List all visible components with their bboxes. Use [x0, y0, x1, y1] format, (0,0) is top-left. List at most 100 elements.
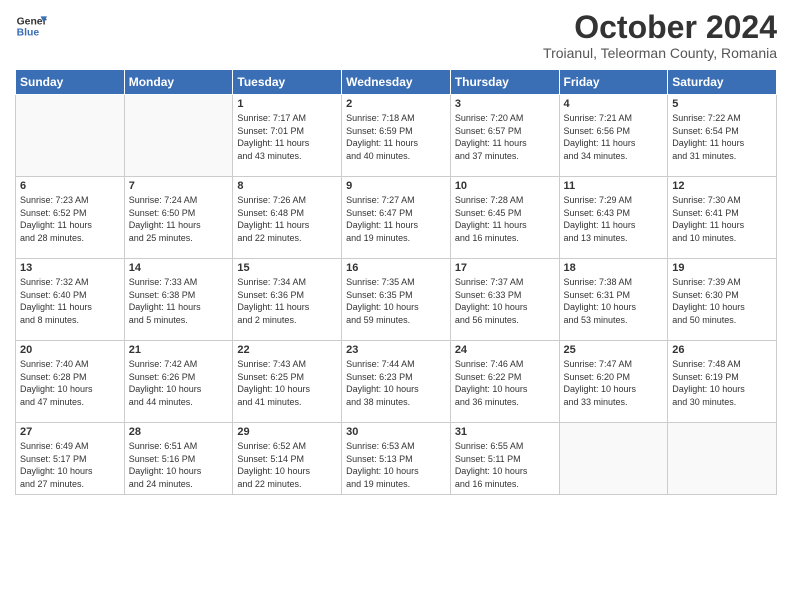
month-title: October 2024: [543, 10, 777, 45]
calendar-cell: 13 Sunrise: 7:32 AM Sunset: 6:40 PM Dayli…: [16, 259, 125, 341]
day-info: Sunrise: 6:55 AM Sunset: 5:11 PM Dayligh…: [455, 440, 555, 490]
calendar-cell: 23 Sunrise: 7:44 AM Sunset: 6:23 PM Dayli…: [342, 341, 451, 423]
calendar-table: SundayMondayTuesdayWednesdayThursdayFrid…: [15, 69, 777, 495]
calendar-cell: [668, 423, 777, 495]
calendar-cell: 17 Sunrise: 7:37 AM Sunset: 6:33 PM Dayli…: [450, 259, 559, 341]
day-info: Sunrise: 7:17 AM Sunset: 7:01 PM Dayligh…: [237, 112, 337, 162]
day-info: Sunrise: 7:48 AM Sunset: 6:19 PM Dayligh…: [672, 358, 772, 408]
weekday-header-sunday: Sunday: [16, 70, 125, 95]
calendar-cell: 8 Sunrise: 7:26 AM Sunset: 6:48 PM Daylig…: [233, 177, 342, 259]
day-info: Sunrise: 7:26 AM Sunset: 6:48 PM Dayligh…: [237, 194, 337, 244]
day-info: Sunrise: 7:29 AM Sunset: 6:43 PM Dayligh…: [564, 194, 664, 244]
day-info: Sunrise: 7:46 AM Sunset: 6:22 PM Dayligh…: [455, 358, 555, 408]
day-number: 4: [564, 98, 664, 110]
calendar-cell: 7Sunrise: 7:24 AM Sunset: 6:50 PM Daylig…: [124, 177, 233, 259]
location-subtitle: Troianul, Teleorman County, Romania: [543, 45, 777, 61]
day-number: 31: [455, 426, 555, 438]
day-info: Sunrise: 7:47 AM Sunset: 6:20 PM Dayligh…: [564, 358, 664, 408]
calendar-cell: 12 Sunrise: 7:30 AM Sunset: 6:41 PM Dayli…: [668, 177, 777, 259]
calendar-cell: 20 Sunrise: 7:40 AM Sunset: 6:28 PM Dayli…: [16, 341, 125, 423]
day-info: Sunrise: 7:28 AM Sunset: 6:45 PM Dayligh…: [455, 194, 555, 244]
day-number: 9: [346, 180, 446, 192]
day-number: 5: [672, 98, 772, 110]
calendar-cell: 16 Sunrise: 7:35 AM Sunset: 6:35 PM Dayli…: [342, 259, 451, 341]
calendar-cell: 19Sunrise: 7:39 AM Sunset: 6:30 PM Dayli…: [668, 259, 777, 341]
svg-text:Blue: Blue: [17, 28, 40, 39]
calendar-cell: 15Sunrise: 7:34 AM Sunset: 6:36 PM Dayli…: [233, 259, 342, 341]
day-number: 15: [237, 262, 337, 274]
weekday-header-thursday: Thursday: [450, 70, 559, 95]
weekday-header-friday: Friday: [559, 70, 668, 95]
calendar-cell: 4 Sunrise: 7:21 AM Sunset: 6:56 PM Daylig…: [559, 95, 668, 177]
day-number: 23: [346, 344, 446, 356]
day-info: Sunrise: 7:44 AM Sunset: 6:23 PM Dayligh…: [346, 358, 446, 408]
day-number: 24: [455, 344, 555, 356]
week-row-1: 1 Sunrise: 7:17 AM Sunset: 7:01 PM Daylig…: [16, 95, 777, 177]
calendar-cell: 2 Sunrise: 7:18 AM Sunset: 6:59 PM Daylig…: [342, 95, 451, 177]
calendar-cell: 27Sunrise: 6:49 AM Sunset: 5:17 PM Dayli…: [16, 423, 125, 495]
day-info: Sunrise: 7:37 AM Sunset: 6:33 PM Dayligh…: [455, 276, 555, 326]
day-info: Sunrise: 7:40 AM Sunset: 6:28 PM Dayligh…: [20, 358, 120, 408]
calendar-cell: 26Sunrise: 7:48 AM Sunset: 6:19 PM Dayli…: [668, 341, 777, 423]
header: General Blue October 2024 Troianul, Tele…: [15, 10, 777, 61]
day-info: Sunrise: 7:32 AM Sunset: 6:40 PM Dayligh…: [20, 276, 120, 326]
calendar-cell: 25 Sunrise: 7:47 AM Sunset: 6:20 PM Dayli…: [559, 341, 668, 423]
week-row-2: 6Sunrise: 7:23 AM Sunset: 6:52 PM Daylig…: [16, 177, 777, 259]
day-number: 8: [237, 180, 337, 192]
logo-icon: General Blue: [15, 10, 47, 42]
day-number: 12: [672, 180, 772, 192]
day-number: 25: [564, 344, 664, 356]
weekday-header-tuesday: Tuesday: [233, 70, 342, 95]
day-number: 27: [20, 426, 120, 438]
calendar-cell: 5 Sunrise: 7:22 AM Sunset: 6:54 PM Daylig…: [668, 95, 777, 177]
calendar-cell: 22Sunrise: 7:43 AM Sunset: 6:25 PM Dayli…: [233, 341, 342, 423]
weekday-header-saturday: Saturday: [668, 70, 777, 95]
day-number: 28: [129, 426, 229, 438]
day-info: Sunrise: 7:18 AM Sunset: 6:59 PM Dayligh…: [346, 112, 446, 162]
day-info: Sunrise: 7:35 AM Sunset: 6:35 PM Dayligh…: [346, 276, 446, 326]
day-info: Sunrise: 6:52 AM Sunset: 5:14 PM Dayligh…: [237, 440, 337, 490]
calendar-cell: 31 Sunrise: 6:55 AM Sunset: 5:11 PM Dayli…: [450, 423, 559, 495]
calendar-cell: [559, 423, 668, 495]
day-number: 2: [346, 98, 446, 110]
day-info: Sunrise: 7:27 AM Sunset: 6:47 PM Dayligh…: [346, 194, 446, 244]
day-number: 29: [237, 426, 337, 438]
day-number: 20: [20, 344, 120, 356]
day-number: 16: [346, 262, 446, 274]
day-number: 14: [129, 262, 229, 274]
week-row-4: 20 Sunrise: 7:40 AM Sunset: 6:28 PM Dayli…: [16, 341, 777, 423]
calendar-cell: 21Sunrise: 7:42 AM Sunset: 6:26 PM Dayli…: [124, 341, 233, 423]
page: General Blue October 2024 Troianul, Tele…: [0, 0, 792, 612]
calendar-cell: 6Sunrise: 7:23 AM Sunset: 6:52 PM Daylig…: [16, 177, 125, 259]
calendar-cell: 28 Sunrise: 6:51 AM Sunset: 5:16 PM Dayli…: [124, 423, 233, 495]
day-number: 19: [672, 262, 772, 274]
day-number: 18: [564, 262, 664, 274]
day-info: Sunrise: 7:24 AM Sunset: 6:50 PM Dayligh…: [129, 194, 229, 244]
day-number: 17: [455, 262, 555, 274]
day-info: Sunrise: 7:33 AM Sunset: 6:38 PM Dayligh…: [129, 276, 229, 326]
day-number: 6: [20, 180, 120, 192]
day-number: 30: [346, 426, 446, 438]
day-number: 10: [455, 180, 555, 192]
calendar-cell: 18 Sunrise: 7:38 AM Sunset: 6:31 PM Dayli…: [559, 259, 668, 341]
weekday-header-monday: Monday: [124, 70, 233, 95]
calendar-cell: 30 Sunrise: 6:53 AM Sunset: 5:13 PM Dayli…: [342, 423, 451, 495]
day-info: Sunrise: 7:30 AM Sunset: 6:41 PM Dayligh…: [672, 194, 772, 244]
day-info: Sunrise: 7:38 AM Sunset: 6:31 PM Dayligh…: [564, 276, 664, 326]
logo: General Blue: [15, 10, 47, 42]
calendar-cell: 1 Sunrise: 7:17 AM Sunset: 7:01 PM Daylig…: [233, 95, 342, 177]
calendar-cell: [124, 95, 233, 177]
weekday-header-wednesday: Wednesday: [342, 70, 451, 95]
day-info: Sunrise: 7:20 AM Sunset: 6:57 PM Dayligh…: [455, 112, 555, 162]
calendar-cell: 14 Sunrise: 7:33 AM Sunset: 6:38 PM Dayli…: [124, 259, 233, 341]
day-number: 1: [237, 98, 337, 110]
calendar-cell: 10 Sunrise: 7:28 AM Sunset: 6:45 PM Dayli…: [450, 177, 559, 259]
day-info: Sunrise: 6:51 AM Sunset: 5:16 PM Dayligh…: [129, 440, 229, 490]
calendar-cell: [16, 95, 125, 177]
day-info: Sunrise: 6:53 AM Sunset: 5:13 PM Dayligh…: [346, 440, 446, 490]
day-info: Sunrise: 7:22 AM Sunset: 6:54 PM Dayligh…: [672, 112, 772, 162]
day-number: 13: [20, 262, 120, 274]
day-number: 3: [455, 98, 555, 110]
day-info: Sunrise: 7:21 AM Sunset: 6:56 PM Dayligh…: [564, 112, 664, 162]
day-info: Sunrise: 7:42 AM Sunset: 6:26 PM Dayligh…: [129, 358, 229, 408]
